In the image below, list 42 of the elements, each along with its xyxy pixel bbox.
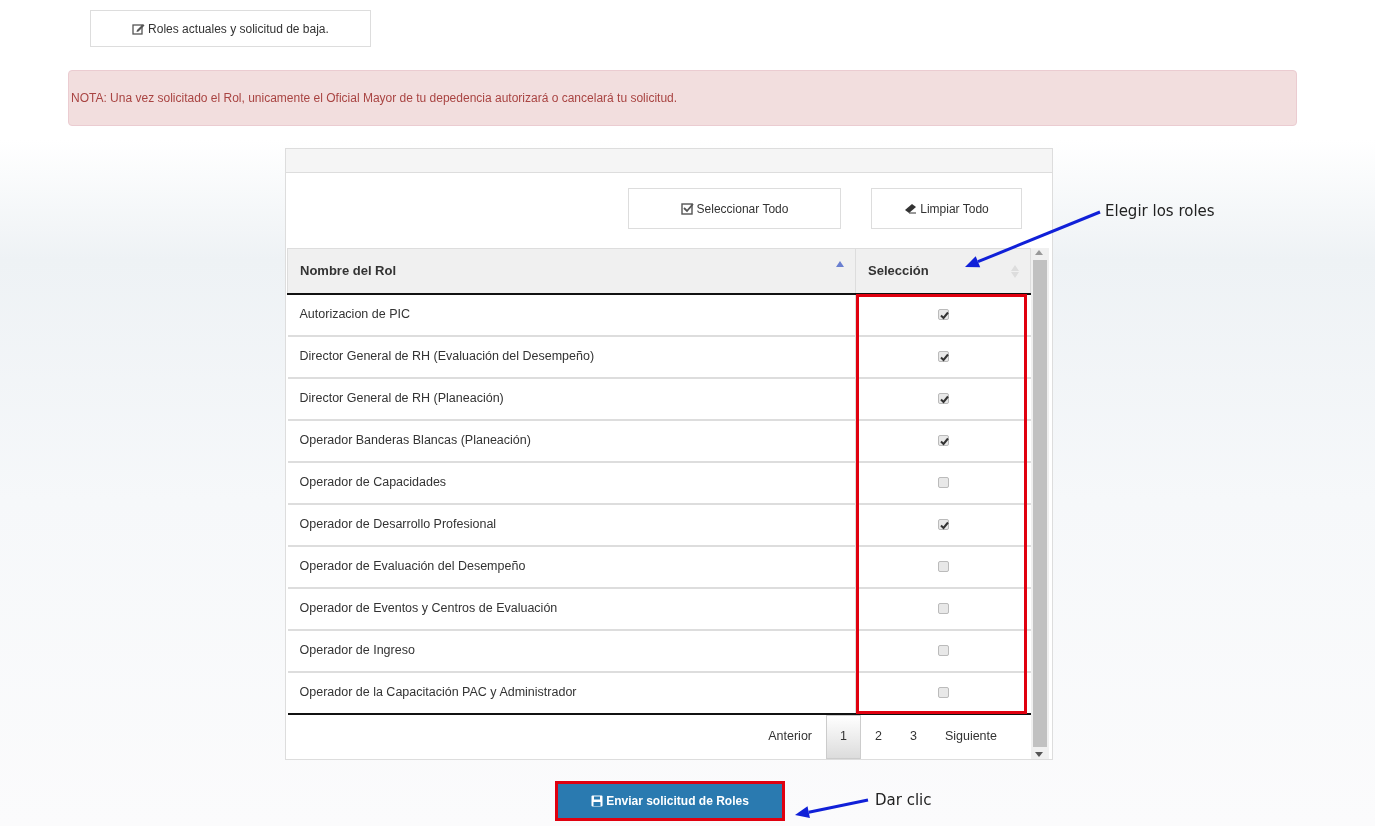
checkbox[interactable] — [937, 351, 949, 363]
scrollbar-thumb[interactable] — [1033, 260, 1047, 747]
table-cell: Director General de RH (Evaluación del Desempeño) — [287, 335, 856, 378]
table-cell: Operador de Capacidades — [287, 461, 856, 504]
checkbox[interactable] — [937, 561, 949, 573]
annotation-label: Elegir los roles — [1105, 201, 1215, 222]
checkbox[interactable] — [937, 309, 949, 321]
submit-button[interactable]: Enviar solicitud de Roles — [558, 783, 782, 818]
current-roles-button[interactable]: Roles actuales y solicitud de baja. — [90, 10, 371, 47]
edit-icon — [132, 21, 146, 35]
table-cell: Operador de Eventos y Centros de Evaluación — [287, 587, 856, 630]
save-icon — [591, 794, 604, 807]
table-cell: Director General de RH (Planeación) — [287, 377, 856, 420]
table-cell: Operador de Ingreso — [287, 629, 856, 672]
column-header[interactable]: Selección — [855, 248, 1031, 294]
table-cell: Operador de la Capacitación PAC y Administrador — [287, 671, 856, 714]
checkbox[interactable] — [937, 393, 949, 405]
column-header[interactable]: Nombre del Rol — [287, 248, 856, 294]
table-cell: Operador de Evaluación del Desempeño — [287, 545, 856, 588]
alert-note: NOTA: Una vez solicitado el Rol, unicamente el Oficial Mayor de tu depedencia autorizará o cancelará tu solicitud. — [68, 70, 1297, 126]
scroll-down-icon — [1033, 750, 1044, 759]
checkbox[interactable] — [937, 477, 949, 489]
select-all-button[interactable]: Seleccionar Todo — [628, 188, 841, 229]
checkbox[interactable] — [937, 645, 949, 657]
table-cell: Operador de Desarrollo Profesional — [287, 503, 856, 546]
eraser-icon — [904, 201, 918, 215]
table-cell: Autorizacion de PIC — [287, 293, 856, 336]
checkbox-icon — [680, 201, 694, 215]
annotation-label: Dar clic — [875, 790, 932, 811]
next-link[interactable]: Siguiente — [930, 714, 1011, 759]
checkbox[interactable] — [937, 519, 949, 531]
page-link[interactable]: 3 — [895, 714, 931, 759]
clear-all-button[interactable]: Limpiar Todo — [871, 188, 1022, 229]
scrollbar[interactable] — [1031, 248, 1049, 759]
table-cell: Operador Banderas Blancas (Planeación) — [287, 419, 856, 462]
page-link[interactable]: 1 — [826, 714, 861, 759]
checkbox[interactable] — [937, 603, 949, 615]
checkbox[interactable] — [937, 435, 949, 447]
page-link[interactable]: 2 — [860, 714, 896, 759]
scroll-up-icon — [1033, 248, 1044, 256]
checkbox[interactable] — [937, 687, 949, 699]
previous-link[interactable]: Anterior — [754, 714, 826, 759]
